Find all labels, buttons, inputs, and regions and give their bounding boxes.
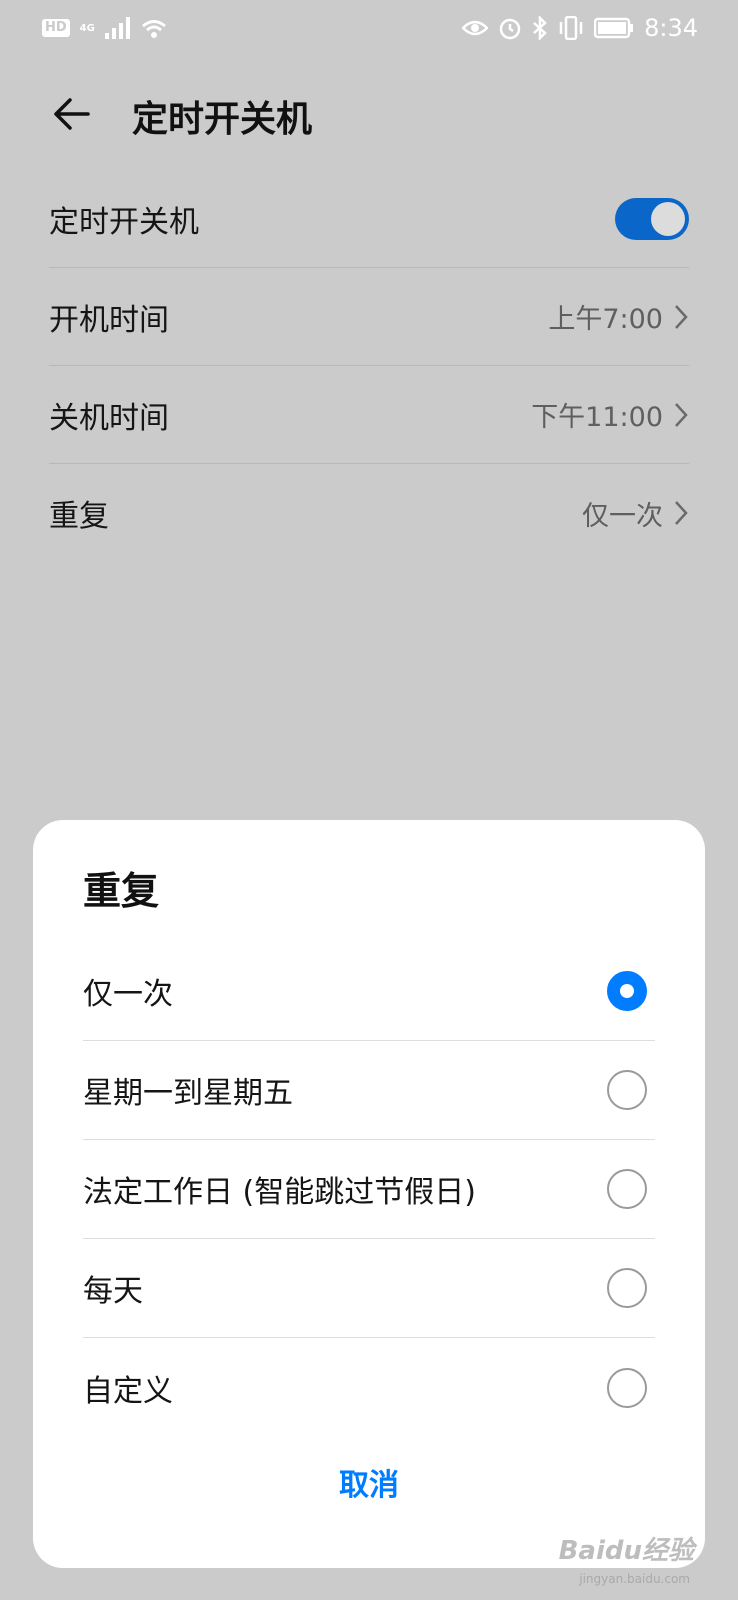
network-label: 4G [79, 22, 95, 34]
option-label: 仅一次 [83, 977, 173, 1012]
radio-unselected-icon[interactable] [607, 1169, 647, 1209]
battery-icon [594, 17, 634, 39]
setting-right: 上午7:00 [548, 297, 689, 336]
hd-badge: HD [42, 19, 70, 37]
radio-selected-icon[interactable] [607, 971, 647, 1011]
option-weekdays[interactable]: 星期一到星期五 [83, 1041, 655, 1140]
option-label: 自定义 [83, 1373, 173, 1409]
option-workdays[interactable]: 法定工作日 (智能跳过节假日) [83, 1140, 655, 1239]
option-custom[interactable]: 自定义 [83, 1338, 655, 1437]
chevron-right-icon [673, 303, 689, 331]
alarm-icon [498, 16, 522, 40]
setting-label: 开机时间 [49, 302, 169, 338]
arrow-left-icon [54, 98, 90, 130]
page-title: 定时开关机 [132, 99, 313, 140]
wifi-icon [141, 17, 167, 39]
chevron-right-icon [673, 401, 689, 429]
dialog-title: 重复 [83, 869, 160, 913]
option-label: 每天 [83, 1274, 143, 1309]
setting-label: 重复 [49, 499, 109, 534]
back-button[interactable] [50, 92, 94, 136]
power-on-time-value: 上午7:00 [548, 304, 663, 335]
signal-icon [104, 17, 131, 39]
setting-right: 仅一次 [582, 494, 689, 533]
chevron-right-icon [673, 499, 689, 527]
power-off-time-value: 下午11:00 [531, 402, 663, 433]
watermark: Baidu经验 [558, 1536, 694, 1566]
status-bar: HD 4G 8:34 [0, 0, 738, 56]
option-everyday[interactable]: 每天 [83, 1239, 655, 1338]
vibrate-icon [558, 16, 584, 40]
eye-icon [462, 18, 489, 38]
status-right: 8:34 [462, 14, 698, 42]
scheduled-power-toggle-row[interactable]: 定时开关机 [49, 170, 689, 268]
option-list: 仅一次 星期一到星期五 法定工作日 (智能跳过节假日) 每天 自定义 [83, 942, 655, 1437]
status-left: HD 4G [42, 17, 167, 39]
radio-unselected-icon[interactable] [607, 1268, 647, 1308]
radio-unselected-icon[interactable] [607, 1367, 647, 1408]
setting-label: 关机时间 [49, 400, 169, 436]
option-label: 法定工作日 (智能跳过节假日) [83, 1175, 476, 1210]
setting-right: 下午11:00 [531, 395, 689, 434]
repeat-row[interactable]: 重复 仅一次 [49, 464, 689, 562]
bluetooth-icon [532, 16, 548, 40]
power-on-time-row[interactable]: 开机时间 上午7:00 [49, 268, 689, 366]
repeat-dialog: 重复 仅一次 星期一到星期五 法定工作日 (智能跳过节假日) 每天 自定义 取消 [33, 820, 705, 1568]
setting-label: 定时开关机 [49, 204, 199, 240]
radio-unselected-icon[interactable] [607, 1070, 647, 1110]
clock: 8:34 [644, 14, 698, 42]
scheduled-power-switch[interactable] [615, 197, 689, 240]
option-label: 星期一到星期五 [83, 1076, 293, 1111]
repeat-value: 仅一次 [582, 500, 663, 532]
option-once[interactable]: 仅一次 [83, 942, 655, 1041]
settings-list: 定时开关机 开机时间 上午7:00 关机时间 下午11:00 重复 仅一次 [49, 170, 689, 562]
switch-knob [651, 201, 685, 236]
cancel-button[interactable]: 取消 [33, 1460, 705, 1504]
app-header: 定时开关机 [0, 78, 738, 148]
watermark-url: jingyan.baidu.com [579, 1572, 690, 1586]
power-off-time-row[interactable]: 关机时间 下午11:00 [49, 366, 689, 464]
